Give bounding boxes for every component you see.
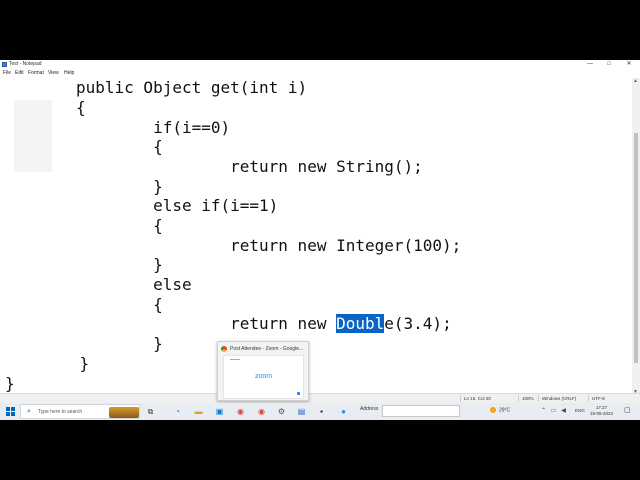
status-divider	[588, 395, 589, 402]
minimize-button[interactable]: —	[580, 60, 600, 69]
zoom-taskbar-icon[interactable]: ●	[338, 406, 349, 417]
temperature: 29°C	[499, 407, 511, 414]
clock-date: 19-05-2023	[590, 411, 614, 416]
chrome-taskbar-icon[interactable]: ◉	[235, 406, 246, 417]
clock[interactable]: 17:27 19-05-2023	[590, 405, 613, 417]
cursor-position: Ln 15, Col 20	[464, 396, 491, 401]
file-explorer-icon[interactable]: ▬	[193, 406, 204, 417]
store-icon[interactable]: ▣	[214, 406, 225, 417]
code-line: else if(i==1)	[76, 196, 279, 215]
code-line: return new String();	[76, 157, 423, 176]
language-indicator[interactable]: ENG	[575, 408, 585, 413]
terminal-icon[interactable]: ▪	[316, 406, 327, 417]
code-line: }	[41, 354, 90, 373]
preview-line	[230, 359, 240, 360]
menu-file[interactable]: File	[3, 70, 11, 76]
menu-view[interactable]: View	[48, 70, 59, 76]
notepad-icon	[2, 62, 7, 67]
window-title: Test - Notepad	[9, 61, 42, 67]
zoom-level: 100%	[522, 396, 534, 401]
code-line-selected: return new Double(3.4);	[76, 314, 452, 334]
code-line: }	[76, 334, 163, 353]
code-line: {	[76, 295, 163, 314]
scroll-thumb[interactable]	[634, 133, 638, 363]
edge-icon[interactable]: ◔	[172, 406, 183, 417]
code-line: {	[76, 216, 163, 235]
status-divider	[538, 395, 539, 402]
search-icon: ⌕	[27, 408, 31, 415]
encoding: UTF-8	[592, 396, 605, 401]
windows-start-icon[interactable]	[6, 407, 15, 416]
menu-help[interactable]: Help	[64, 70, 74, 76]
code-line: public Object get(int i)	[76, 78, 308, 97]
chrome-profile-icon[interactable]: ◉	[256, 406, 267, 417]
chrome-icon	[221, 346, 227, 352]
address-input[interactable]	[382, 405, 460, 417]
desktop-screen: Test - Notepad — □ ✕ File Edit Format Vi…	[0, 60, 640, 420]
code-line: {	[76, 137, 163, 156]
search-placeholder: Type here to search	[38, 409, 83, 415]
code-text: return new	[76, 314, 337, 333]
zoom-window-thumbnail[interactable]: Post Attendee - Zoom - Google... zoom	[217, 341, 309, 401]
menu-bar: File Edit Format View Help	[0, 69, 640, 78]
maximize-button[interactable]: □	[599, 60, 619, 69]
notepad-taskbar-icon[interactable]: ▤	[296, 406, 307, 417]
title-bar: Test - Notepad — □ ✕	[0, 60, 640, 69]
status-divider	[460, 395, 461, 402]
thumbnail-title: Post Attendee - Zoom - Google...	[230, 346, 304, 352]
status-bar: Ln 15, Col 20 100% Windows (CRLF) UTF-8	[0, 393, 640, 403]
taskbar-search[interactable]: ⌕ Type here to search	[20, 404, 140, 419]
sun-icon	[490, 407, 496, 413]
search-highlight-icon	[109, 407, 139, 418]
settings-icon[interactable]: ⚙	[276, 406, 287, 417]
code-line: if(i==0)	[76, 118, 231, 137]
status-divider	[518, 395, 519, 402]
code-line: }	[76, 177, 163, 196]
task-view-icon[interactable]: ⧉	[145, 406, 156, 417]
close-button[interactable]: ✕	[619, 60, 639, 69]
scroll-up-icon[interactable]: ▲	[633, 78, 638, 84]
menu-format[interactable]: Format	[28, 70, 44, 76]
weather-widget[interactable]: 29°C	[490, 407, 510, 413]
address-label: Address	[360, 406, 379, 412]
vertical-scrollbar[interactable]: ▲ ▼	[632, 78, 640, 395]
taskbar: ⌕ Type here to search ⧉ ◔ ▬ ▣ ◉ ◉ ⚙ ▤ ▪ …	[0, 403, 640, 420]
volume-icon[interactable]: ◀	[558, 406, 569, 417]
code-line: }	[5, 374, 15, 393]
code-line: else	[76, 275, 192, 294]
notification-icon[interactable]: ▢	[624, 407, 632, 415]
faded-overlay	[14, 100, 52, 172]
menu-edit[interactable]: Edit	[15, 70, 24, 76]
thumbnail-preview: zoom	[223, 355, 304, 399]
text-editor[interactable]: public Object get(int i) { if(i==0) { re…	[0, 78, 632, 395]
code-text: e(3.4);	[384, 314, 452, 333]
code-line: }	[76, 255, 163, 274]
zoom-logo: zoom	[254, 373, 273, 380]
code-line: {	[76, 98, 86, 117]
selected-text: Doubl	[336, 314, 385, 333]
preview-dot	[297, 392, 300, 395]
line-ending: Windows (CRLF)	[542, 396, 577, 401]
code-line: return new Integer(100);	[76, 236, 462, 255]
